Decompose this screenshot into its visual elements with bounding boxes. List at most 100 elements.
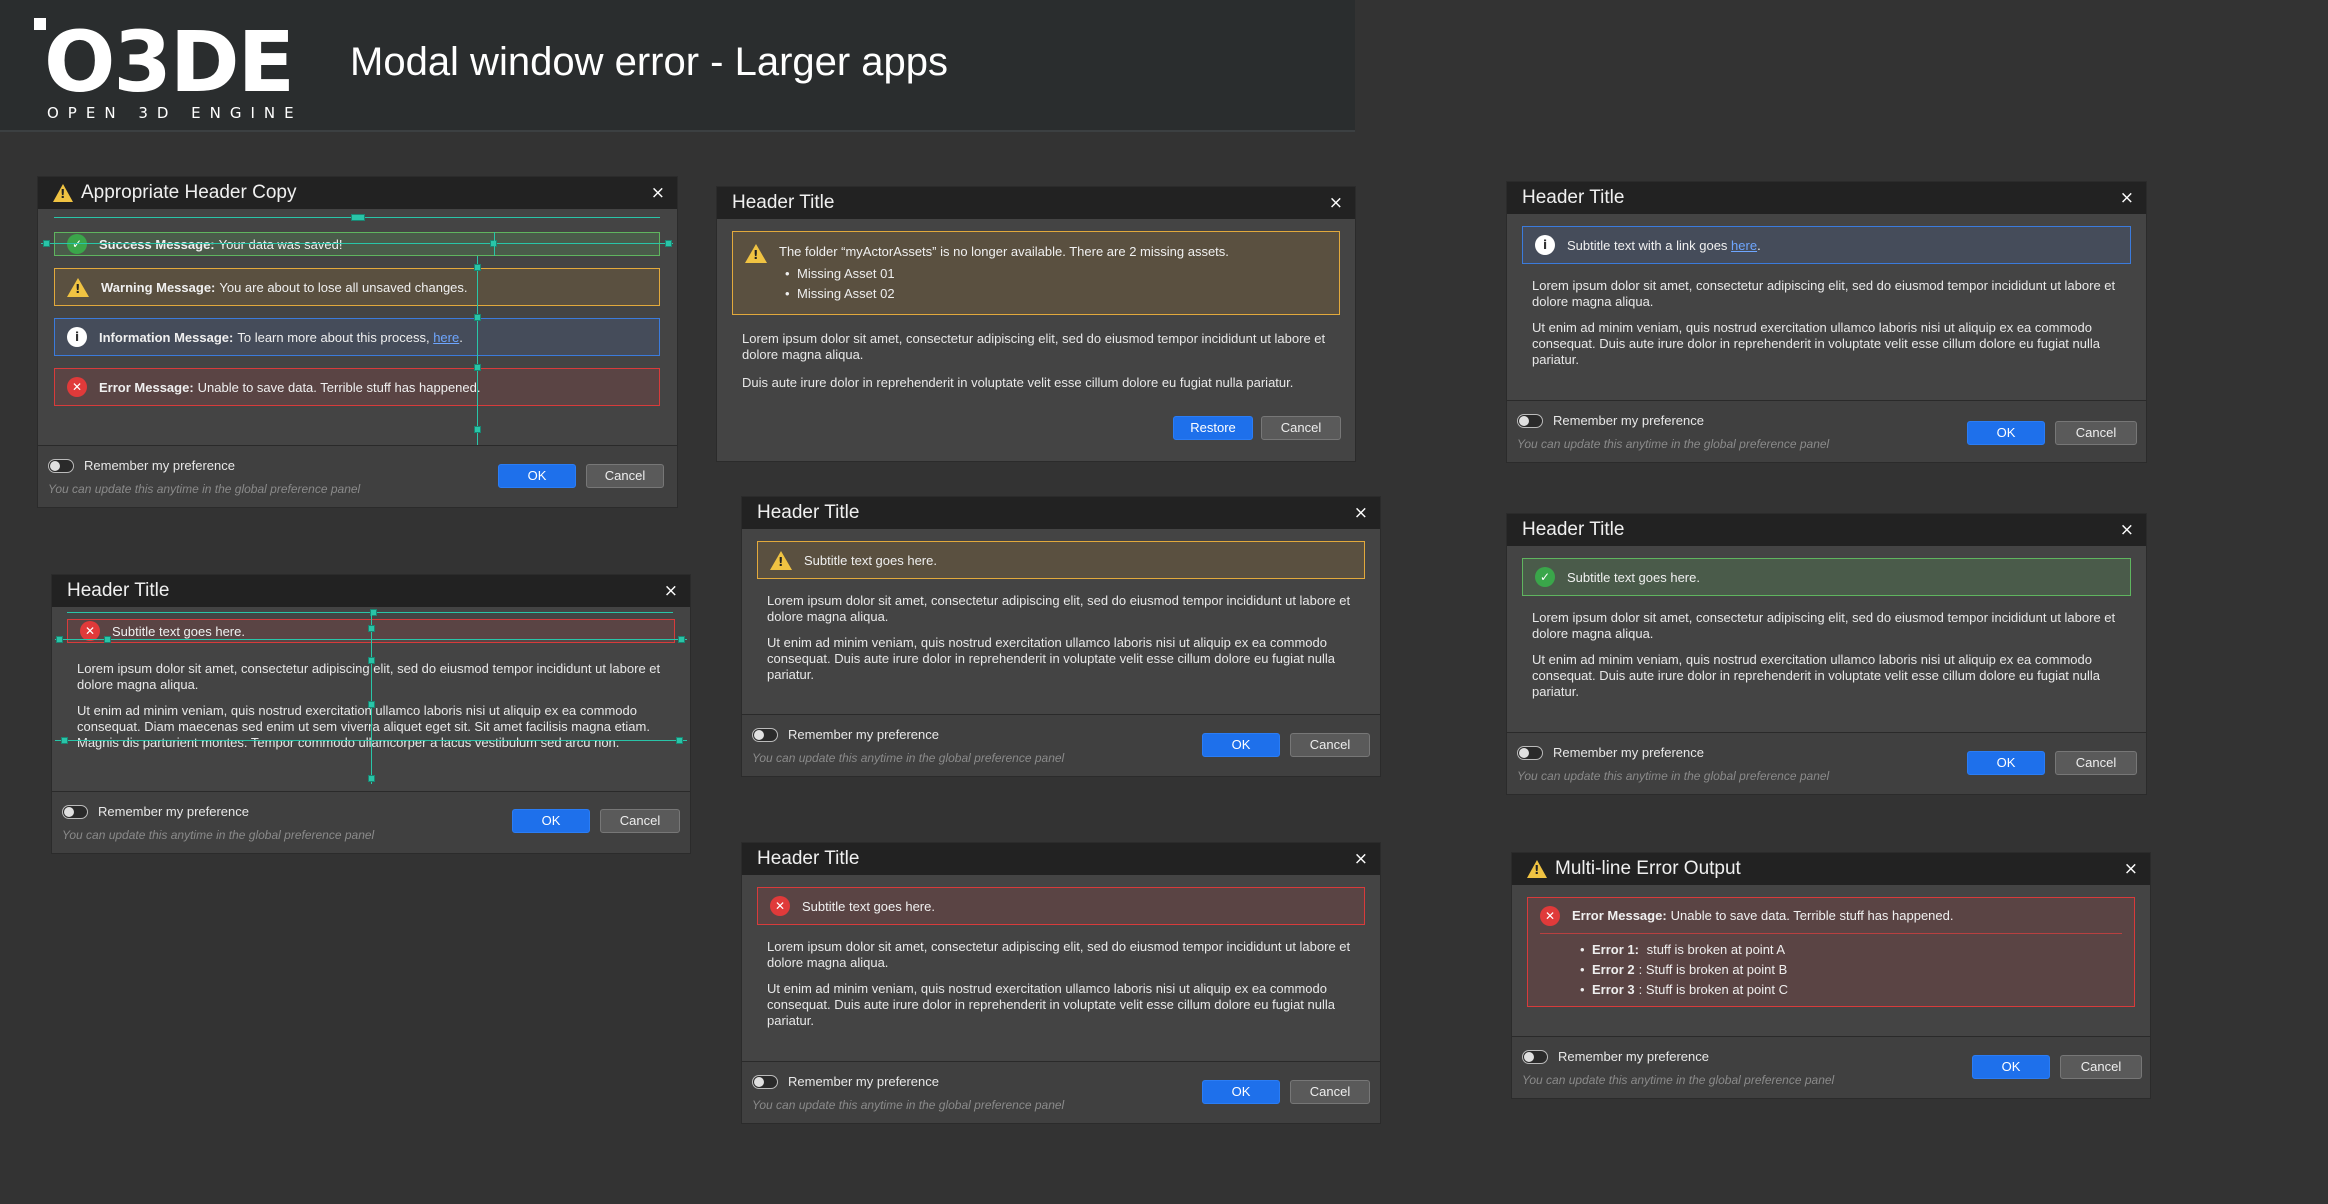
remember-label: Remember my preference (84, 458, 235, 473)
warning-icon (745, 244, 767, 263)
error-detail-item: Error 3: Stuff is broken at point C (1580, 980, 1788, 1000)
ok-button[interactable]: OK (1202, 1080, 1280, 1104)
ok-button[interactable]: OK (498, 464, 576, 488)
body-paragraph: Ut enim ad minim veniam, quis nostrud ex… (1532, 320, 2100, 367)
remember-toggle[interactable] (62, 805, 88, 819)
warning-icon (1527, 860, 1547, 878)
logo-wordmark: O3DE (44, 13, 295, 111)
preference-hint: You can update this anytime in the globa… (62, 828, 375, 842)
close-icon[interactable]: × (1354, 850, 1368, 868)
remember-label: Remember my preference (788, 727, 939, 742)
error-icon: ✕ (80, 621, 100, 641)
error-subtitle: Subtitle text goes here. (802, 898, 935, 914)
o3de-logo: O3DE OPEN 3D ENGINE (34, 14, 304, 124)
spacing-guide (371, 612, 372, 784)
cancel-button[interactable]: Cancel (1261, 416, 1341, 440)
remember-label: Remember my preference (788, 1074, 939, 1089)
error-text: Unable to save data. Terrible stuff has … (197, 379, 481, 395)
error-detail-text: : Stuff is broken at point B (1638, 962, 1788, 977)
modal-title: Header Title (732, 192, 835, 213)
info-link[interactable]: here (1731, 238, 1757, 253)
remember-toggle[interactable] (752, 728, 778, 742)
restore-button[interactable]: Restore (1173, 416, 1253, 440)
cancel-button[interactable]: Cancel (600, 809, 680, 833)
remember-toggle[interactable] (752, 1075, 778, 1089)
close-icon[interactable]: × (651, 184, 665, 202)
modal-info-subtitle: Header Title × i Subtitle text with a li… (1507, 182, 2146, 462)
error-message: ✕ Error Message: Unable to save data. Ter… (1527, 897, 2135, 1007)
spacing-guide-node (474, 314, 481, 321)
modal-header: Header Title × (1507, 514, 2146, 546)
error-text: Unable to save data. Terrible stuff has … (1670, 908, 1954, 923)
spacing-guide-node (678, 636, 685, 643)
remember-toggle[interactable] (1522, 1050, 1548, 1064)
cancel-button[interactable]: Cancel (586, 464, 664, 488)
body-paragraph: Lorem ipsum dolor sit amet, consectetur … (767, 939, 1351, 970)
ok-button[interactable]: OK (512, 809, 590, 833)
warning-message: The folder “myActorAssets” is no longer … (732, 231, 1340, 315)
modal-title: Multi-line Error Output (1555, 858, 1741, 879)
preference-hint: You can update this anytime in the globa… (48, 482, 361, 496)
spacing-guide-node (351, 214, 365, 221)
spacing-guide (55, 740, 687, 741)
close-icon[interactable]: × (2120, 189, 2134, 207)
preference-hint: You can update this anytime in the globa… (752, 751, 1065, 765)
ok-button[interactable]: OK (1202, 733, 1280, 757)
info-link[interactable]: here (433, 330, 459, 345)
warning-subtitle: Subtitle text goes here. (804, 552, 937, 568)
body-paragraph: Lorem ipsum dolor sit amet, consectetur … (1532, 278, 2116, 309)
error-message: ✕ Error Message: Unable to save data. Ter… (54, 368, 660, 406)
ok-button[interactable]: OK (1972, 1055, 2050, 1079)
modal-header: Header Title × (742, 497, 1380, 529)
warning-label: Warning Message: (101, 279, 216, 295)
error-icon: ✕ (770, 896, 790, 916)
remember-label: Remember my preference (1553, 745, 1704, 760)
cancel-button[interactable]: Cancel (1290, 1080, 1370, 1104)
spacing-guide-node (43, 240, 50, 247)
close-icon[interactable]: × (2124, 860, 2138, 878)
cancel-button[interactable]: Cancel (2055, 751, 2137, 775)
ok-button[interactable]: OK (1967, 421, 2045, 445)
check-icon: ✓ (67, 234, 87, 254)
spacing-guide-node (368, 701, 375, 708)
remember-toggle[interactable] (1517, 746, 1543, 760)
cancel-button[interactable]: Cancel (2055, 421, 2137, 445)
cancel-button[interactable]: Cancel (1290, 733, 1370, 757)
info-text: To learn more about this process, (237, 329, 434, 345)
error-detail-text: stuff is broken at point A (1646, 942, 1786, 957)
close-icon[interactable]: × (1329, 194, 1343, 212)
error-icon: ✕ (67, 377, 87, 397)
success-message: ✓ Subtitle text goes here. (1522, 558, 2131, 596)
modal-success-subtitle: Header Title × ✓ Subtitle text goes here… (1507, 514, 2146, 794)
close-icon[interactable]: × (2120, 521, 2134, 539)
close-icon[interactable]: × (1354, 504, 1368, 522)
modal-footer: Remember my preference You can update th… (742, 1061, 1380, 1123)
preference-hint: You can update this anytime in the globa… (1517, 437, 1830, 451)
modal-error-subtitle: Header Title × ✕ Subtitle text goes here… (742, 843, 1380, 1123)
spacing-guide (41, 243, 673, 244)
preference-hint: You can update this anytime in the globa… (1517, 769, 1830, 783)
spacing-guide-node (368, 775, 375, 782)
missing-asset-item: Missing Asset 01 (785, 264, 1229, 284)
spacing-guide-node (474, 264, 481, 271)
remember-toggle[interactable] (48, 459, 74, 473)
warning-message: Subtitle text goes here. (757, 541, 1365, 579)
modal-footer: Remember my preference You can update th… (38, 445, 677, 507)
close-icon[interactable]: × (664, 582, 678, 600)
remember-label: Remember my preference (98, 804, 249, 819)
success-text: Your data was saved! (218, 236, 343, 252)
error-message: ✕ Subtitle text goes here. (757, 887, 1365, 925)
cancel-button[interactable]: Cancel (2060, 1055, 2142, 1079)
spacing-guide-node (368, 657, 375, 664)
spacing-guide-node (56, 636, 63, 643)
info-message: i Information Message: To learn more abou… (54, 318, 660, 356)
modal-header: Header Title × (742, 843, 1380, 875)
modal-header: Appropriate Header Copy × (38, 177, 677, 209)
preference-hint: You can update this anytime in the globa… (1522, 1073, 1835, 1087)
ok-button[interactable]: OK (1967, 751, 2045, 775)
modal-footer: Remember my preference You can update th… (1512, 1036, 2150, 1098)
spacing-guide-node (61, 737, 68, 744)
modal-missing-assets: Header Title × The folder “myActorAssets… (717, 187, 1355, 461)
remember-toggle[interactable] (1517, 414, 1543, 428)
body-paragraph: Ut enim ad minim veniam, quis nostrud ex… (767, 981, 1335, 1028)
